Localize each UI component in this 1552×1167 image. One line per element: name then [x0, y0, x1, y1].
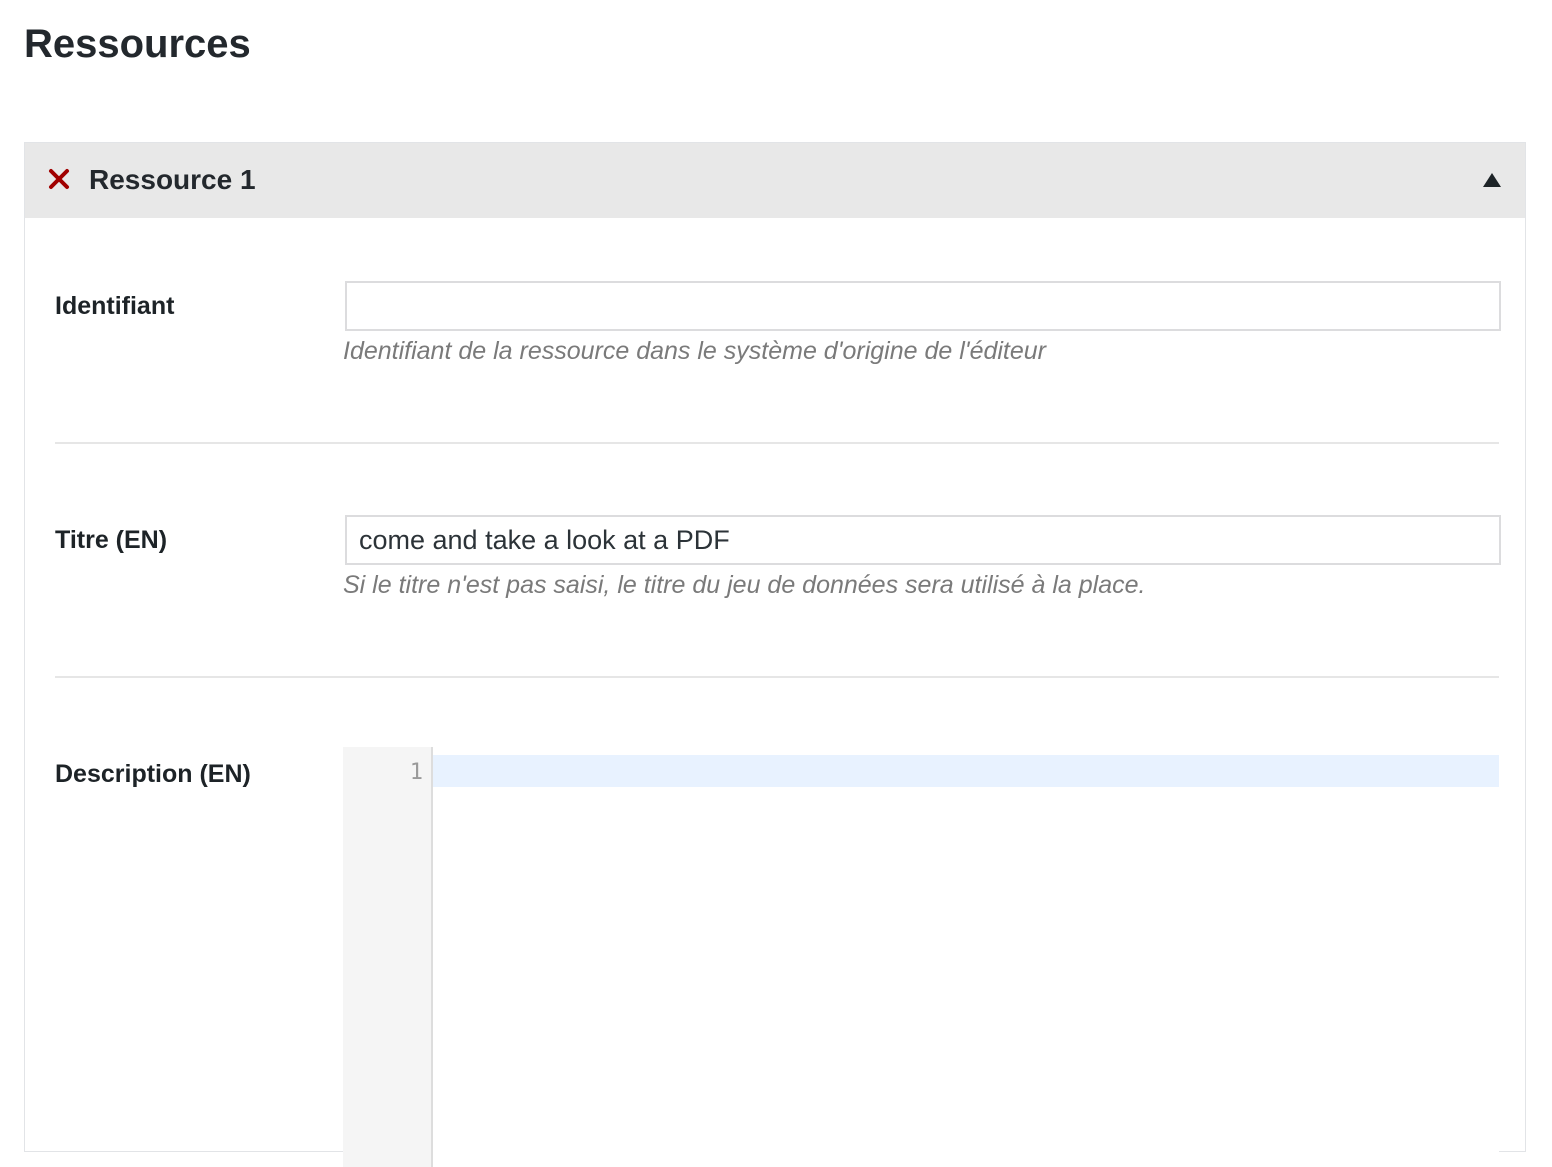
field-divider — [55, 676, 1499, 678]
page-title: Ressources — [24, 22, 251, 66]
description-en-label: Description (EN) — [55, 760, 251, 788]
collapse-triangle-up-icon[interactable] — [1477, 167, 1507, 195]
identifier-help-text: Identifiant de la ressource dans le syst… — [343, 337, 1047, 365]
title-en-label: Titre (EN) — [55, 526, 168, 554]
title-en-input[interactable] — [345, 515, 1501, 565]
editor-text-area[interactable] — [433, 747, 1499, 1167]
title-en-help-text: Si le titre n'est pas saisi, le titre du… — [343, 571, 1146, 599]
editor-gutter: 1 — [343, 747, 433, 1167]
line-number: 1 — [409, 760, 423, 785]
description-en-editor[interactable]: 1 — [343, 747, 1499, 1167]
identifier-input[interactable] — [345, 281, 1501, 331]
remove-resource-icon[interactable] — [47, 167, 71, 191]
resource-panel-header[interactable]: Ressource 1 — [25, 143, 1525, 218]
identifier-label: Identifiant — [55, 292, 175, 320]
resource-panel: Ressource 1 Identifiant Identifiant de l… — [24, 142, 1526, 1167]
resource-panel-title: Ressource 1 — [89, 164, 256, 195]
field-divider — [55, 442, 1499, 444]
